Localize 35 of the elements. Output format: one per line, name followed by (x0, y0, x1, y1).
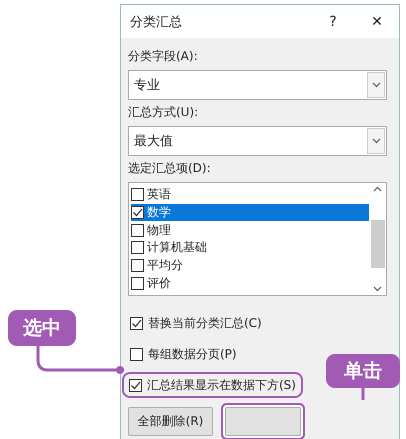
checkbox-label: 替换当前分类汇总(C) (148, 314, 262, 332)
checkbox[interactable] (131, 206, 144, 219)
checkbox[interactable] (131, 224, 144, 237)
field-label: 汇总方式(U): (128, 104, 200, 121)
help-button[interactable]: ? (311, 5, 355, 38)
field-label: 选定汇总项(D): (128, 160, 212, 177)
chevron-down-icon[interactable] (372, 138, 380, 144)
checkbox[interactable] (129, 378, 142, 392)
checkbox-label: 汇总结果显示在数据下方(S) (147, 376, 296, 394)
checkbox[interactable] (131, 241, 144, 254)
callout-label: 选中 (8, 310, 76, 346)
group-by-dropdown[interactable]: 专业 (128, 70, 387, 100)
checkbox[interactable] (131, 188, 144, 202)
list-item[interactable]: 数学 (131, 204, 369, 222)
checkbox[interactable] (131, 259, 144, 272)
close-button[interactable]: ✕ (355, 5, 399, 38)
leader-line (360, 386, 366, 400)
chevron-up-icon[interactable] (373, 186, 382, 192)
list-item[interactable]: 物理 (131, 221, 369, 240)
chevron-down-icon[interactable] (372, 82, 380, 88)
list-item[interactable]: 平均分 (131, 256, 369, 274)
checkbox[interactable] (130, 348, 143, 360)
scrollbar-thumb[interactable] (370, 220, 384, 268)
list-item[interactable]: 评价 (131, 274, 369, 292)
callout-label: 单击 (326, 354, 400, 388)
window-title: 分类汇总 (130, 14, 183, 30)
list-item[interactable]: 英语 (131, 186, 369, 204)
checkbox-label: 每组数据分页(P) (148, 346, 237, 362)
checkbox[interactable] (130, 316, 143, 330)
checkbox[interactable] (131, 276, 144, 290)
chevron-down-icon[interactable] (373, 286, 382, 292)
function-dropdown[interactable]: 最大值 (128, 126, 387, 156)
delete-all-button[interactable]: 全部删除(R) (128, 407, 213, 436)
field-label: 分类字段(A): (128, 48, 199, 65)
list-item[interactable]: 计算机基础 (131, 239, 369, 257)
